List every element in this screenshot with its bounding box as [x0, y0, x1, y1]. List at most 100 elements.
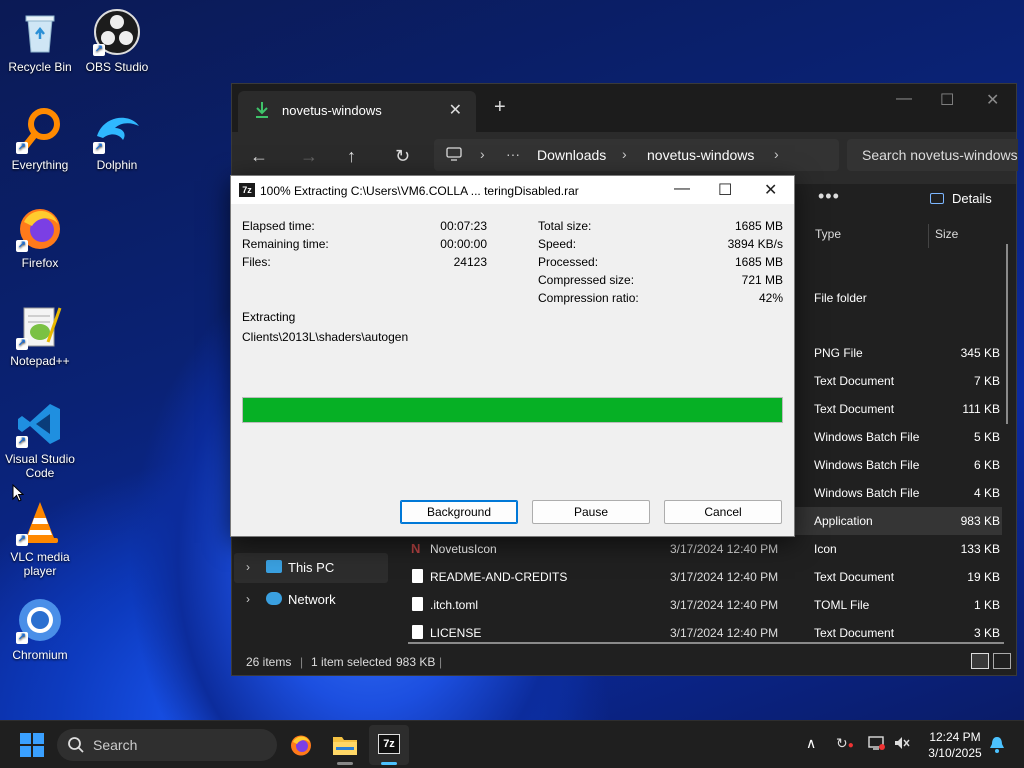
file-icon [412, 597, 423, 611]
status-bar: 26 items | 1 item selected 983 KB | [232, 647, 1016, 675]
progress-fill [243, 398, 782, 422]
network-tray-icon[interactable] [868, 735, 886, 754]
download-folder-icon [254, 101, 270, 122]
compression-ratio-value: 42% [758, 291, 783, 305]
desktop-icon-chromium[interactable]: ↗ Chromium [0, 596, 80, 662]
details-button[interactable]: Details [930, 191, 992, 206]
shortcut-arrow-icon: ↗ [16, 240, 28, 252]
total-size-label: Total size: [538, 219, 592, 233]
nav-item-network[interactable]: › Network [234, 585, 388, 615]
status-separator: | [439, 655, 443, 669]
dialog-title: 100% Extracting C:\Users\VM6.COLLA ... t… [260, 184, 579, 198]
navigation-pane: › This PC › Network [232, 549, 390, 649]
progress-bar [242, 397, 783, 423]
cancel-button[interactable]: Cancel [664, 500, 782, 524]
firefox-icon [289, 733, 313, 760]
minimize-icon[interactable]: — [896, 90, 912, 108]
maximize-icon[interactable]: ☐ [940, 90, 954, 110]
shortcut-arrow-icon: ↗ [16, 632, 28, 644]
show-hidden-icons-chevron-up-icon[interactable]: ∧ [806, 735, 816, 752]
maximize-icon[interactable]: ☐ [718, 180, 732, 200]
search-icon [67, 736, 85, 757]
more-locations-icon[interactable]: ··· [506, 146, 520, 162]
close-tab-icon[interactable]: ✕ [449, 100, 462, 120]
pause-button[interactable]: Pause [532, 500, 650, 524]
update-sync-icon[interactable]: ↻● [836, 735, 854, 752]
desktop-icon-obs-studio[interactable]: ↗ OBS Studio [77, 8, 157, 74]
files-value: 24123 [453, 255, 487, 269]
background-button[interactable]: Background [400, 500, 518, 524]
taskbar-app-7zip[interactable]: 7z [369, 725, 409, 765]
forward-icon[interactable]: → [300, 146, 318, 167]
table-row[interactable]: README-AND-CREDITS 3/17/2024 12:40 PM Te… [392, 563, 1002, 591]
refresh-icon[interactable]: ↻ [395, 146, 410, 167]
breadcrumb-novetus-windows[interactable]: novetus-windows [647, 147, 754, 163]
compression-ratio-label: Compression ratio: [538, 291, 639, 305]
7zip-icon: 7z [378, 734, 400, 754]
desktop-icon-dolphin[interactable]: ↗ Dolphin [77, 106, 157, 172]
nav-item-this-pc[interactable]: › This PC [234, 553, 388, 583]
selection-count: 1 item selected [311, 655, 392, 669]
desktop-icon-recycle-bin[interactable]: Recycle Bin [0, 8, 80, 74]
column-header-size[interactable]: Size [935, 227, 958, 241]
taskbar-search[interactable]: Search [57, 729, 277, 761]
action-label: Extracting [242, 310, 296, 324]
desktop-icon-label: VLC media player [10, 550, 70, 578]
tiles-view-icon[interactable] [993, 653, 1011, 669]
minimize-icon[interactable]: — [674, 180, 690, 198]
notification-bell-icon[interactable] [989, 736, 1005, 757]
novetus-icon-file-icon: N [411, 541, 421, 556]
taskbar-search-label: Search [93, 737, 138, 753]
extract-progress-dialog: 7z 100% Extracting C:\Users\VM6.COLLA ..… [230, 175, 795, 537]
desktop-icon-notepad-plus-plus[interactable]: ↗ Notepad++ [0, 302, 80, 368]
mouse-cursor-icon [12, 483, 25, 505]
up-icon[interactable]: ↑ [347, 146, 356, 167]
table-row[interactable]: .itch.toml 3/17/2024 12:40 PM TOML File … [392, 591, 1002, 619]
explorer-tab[interactable]: novetus-windows ✕ [238, 91, 476, 132]
everything-search-icon: ↗ [16, 106, 64, 154]
system-clock[interactable]: 12:24 PM 3/10/2025 [920, 729, 990, 761]
back-icon[interactable]: ← [250, 146, 268, 167]
table-row[interactable]: LICENSE 3/17/2024 12:40 PM Text Document… [392, 619, 1002, 639]
breadcrumb-downloads[interactable]: Downloads [537, 147, 606, 163]
desktop-icon-label: Visual Studio Code [5, 452, 75, 480]
clock-time: 12:24 PM [929, 730, 981, 744]
address-bar[interactable]: › ··· Downloads › novetus-windows › [434, 139, 839, 171]
horizontal-scrollbar[interactable] [408, 642, 1004, 644]
desktop-icon-firefox[interactable]: ↗ Firefox [0, 204, 80, 270]
start-windows-icon[interactable] [20, 733, 44, 757]
more-options-icon[interactable]: ••• [818, 186, 840, 207]
close-window-icon[interactable]: ✕ [986, 90, 999, 110]
taskbar-app-firefox[interactable] [281, 725, 321, 765]
search-input[interactable]: Search novetus-windows [847, 139, 1018, 171]
processed-value: 1685 MB [734, 255, 783, 269]
close-icon[interactable]: ✕ [764, 180, 777, 200]
chevron-right-icon[interactable]: › [246, 560, 250, 574]
details-view-icon[interactable] [971, 653, 989, 669]
desktop-icon-label: Notepad++ [10, 354, 70, 368]
desktop-icon-label: Dolphin [96, 158, 138, 172]
running-indicator [337, 762, 353, 765]
this-pc-icon [266, 560, 282, 573]
details-label: Details [952, 191, 992, 206]
dolphin-icon: ↗ [93, 106, 141, 154]
shortcut-arrow-icon: ↗ [16, 534, 28, 546]
desktop-icon-vscode[interactable]: ↗ Visual Studio Code [0, 400, 80, 480]
desktop-icon-vlc[interactable]: ↗ VLC media player [0, 498, 80, 578]
vertical-scrollbar[interactable] [1006, 244, 1008, 424]
taskbar-app-file-explorer[interactable] [325, 725, 365, 765]
chevron-right-icon[interactable]: › [246, 592, 250, 606]
network-icon [266, 592, 282, 605]
text-file-icon [412, 625, 423, 639]
chevron-right-icon: › [622, 146, 627, 162]
desktop-icon-everything[interactable]: ↗ Everything [0, 106, 80, 172]
volume-muted-icon[interactable] [893, 735, 911, 754]
new-tab-icon[interactable]: + [494, 96, 506, 119]
table-row[interactable]: N NovetusIcon 3/17/2024 12:40 PM Icon 13… [392, 535, 1002, 563]
column-header-type[interactable]: Type [815, 227, 841, 241]
details-pane-icon [930, 193, 944, 204]
desktop-icon-label: Firefox [21, 256, 59, 270]
7zip-icon: 7z [239, 183, 255, 197]
file-explorer-icon [332, 733, 358, 760]
chevron-right-icon: › [480, 146, 485, 162]
